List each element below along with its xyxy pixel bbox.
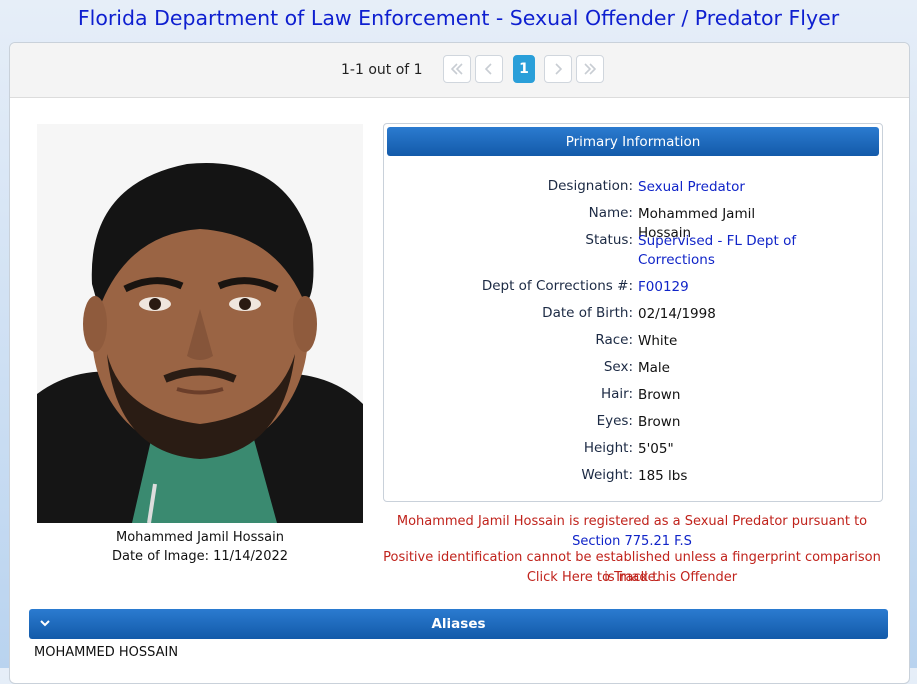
eyes-value: Brown	[638, 414, 681, 430]
first-page-button[interactable]	[443, 55, 471, 83]
dob-label: Date of Birth:	[542, 305, 633, 321]
height-value: 5'05"	[638, 441, 674, 457]
previous-page-icon	[484, 63, 492, 75]
next-page-icon	[555, 63, 563, 75]
last-page-button[interactable]	[576, 55, 604, 83]
offender-photo	[37, 124, 363, 523]
doc-number-link[interactable]: F00129	[638, 278, 808, 297]
doc-number-label: Dept of Corrections #:	[481, 278, 633, 294]
track-offender-link[interactable]: Click Here to Track this Offender	[383, 568, 881, 588]
weight-value: 185 lbs	[638, 468, 688, 484]
page-1-button[interactable]: 1	[513, 55, 535, 83]
status-link[interactable]: Supervised - FL Dept of Corrections	[638, 232, 808, 270]
race-value: White	[638, 333, 678, 349]
sex-label: Sex:	[603, 359, 633, 375]
first-page-icon	[450, 63, 463, 75]
next-page-button[interactable]	[544, 55, 572, 83]
name-label: Name:	[588, 205, 633, 221]
race-label: Race:	[595, 332, 633, 348]
last-page-icon	[584, 63, 597, 75]
page-title: Florida Department of Law Enforcement - …	[77, 6, 840, 30]
weight-label: Weight:	[581, 467, 633, 483]
photo-caption-date: Date of Image: 11/14/2022	[111, 549, 289, 564]
hair-value: Brown	[638, 387, 681, 403]
section-link[interactable]: Section 775.21 F.S	[572, 534, 692, 549]
previous-page-button[interactable]	[475, 55, 503, 83]
flyer-panel: 1-1 out of 1 1 Mohammed Jamil Hossain Da…	[9, 42, 910, 684]
primary-information-card: Primary Information Designation: Sexual …	[383, 123, 883, 502]
height-label: Height:	[583, 440, 633, 456]
alias-item: MOHAMMED HOSSAIN	[34, 645, 179, 660]
registration-notice: Mohammed Jamil Hossain is registered as …	[383, 512, 881, 552]
primary-information-header: Primary Information	[387, 127, 879, 156]
dob-value: 02/14/1998	[638, 306, 716, 322]
result-count: 1-1 out of 1	[341, 62, 423, 78]
status-label: Status:	[585, 232, 633, 248]
sex-value: Male	[638, 360, 670, 376]
hair-label: Hair:	[600, 386, 633, 402]
chevron-down-icon	[40, 620, 50, 627]
aliases-title: Aliases	[431, 616, 486, 632]
registration-text: Mohammed Jamil Hossain is registered as …	[396, 514, 868, 529]
designation-link[interactable]: Sexual Predator	[638, 178, 808, 197]
aliases-header[interactable]: Aliases	[29, 609, 888, 639]
photo-caption-name: Mohammed Jamil Hossain	[116, 530, 284, 545]
pagination-bar: 1-1 out of 1 1	[10, 43, 909, 98]
eyes-label: Eyes:	[596, 413, 633, 429]
designation-label: Designation:	[547, 178, 633, 194]
